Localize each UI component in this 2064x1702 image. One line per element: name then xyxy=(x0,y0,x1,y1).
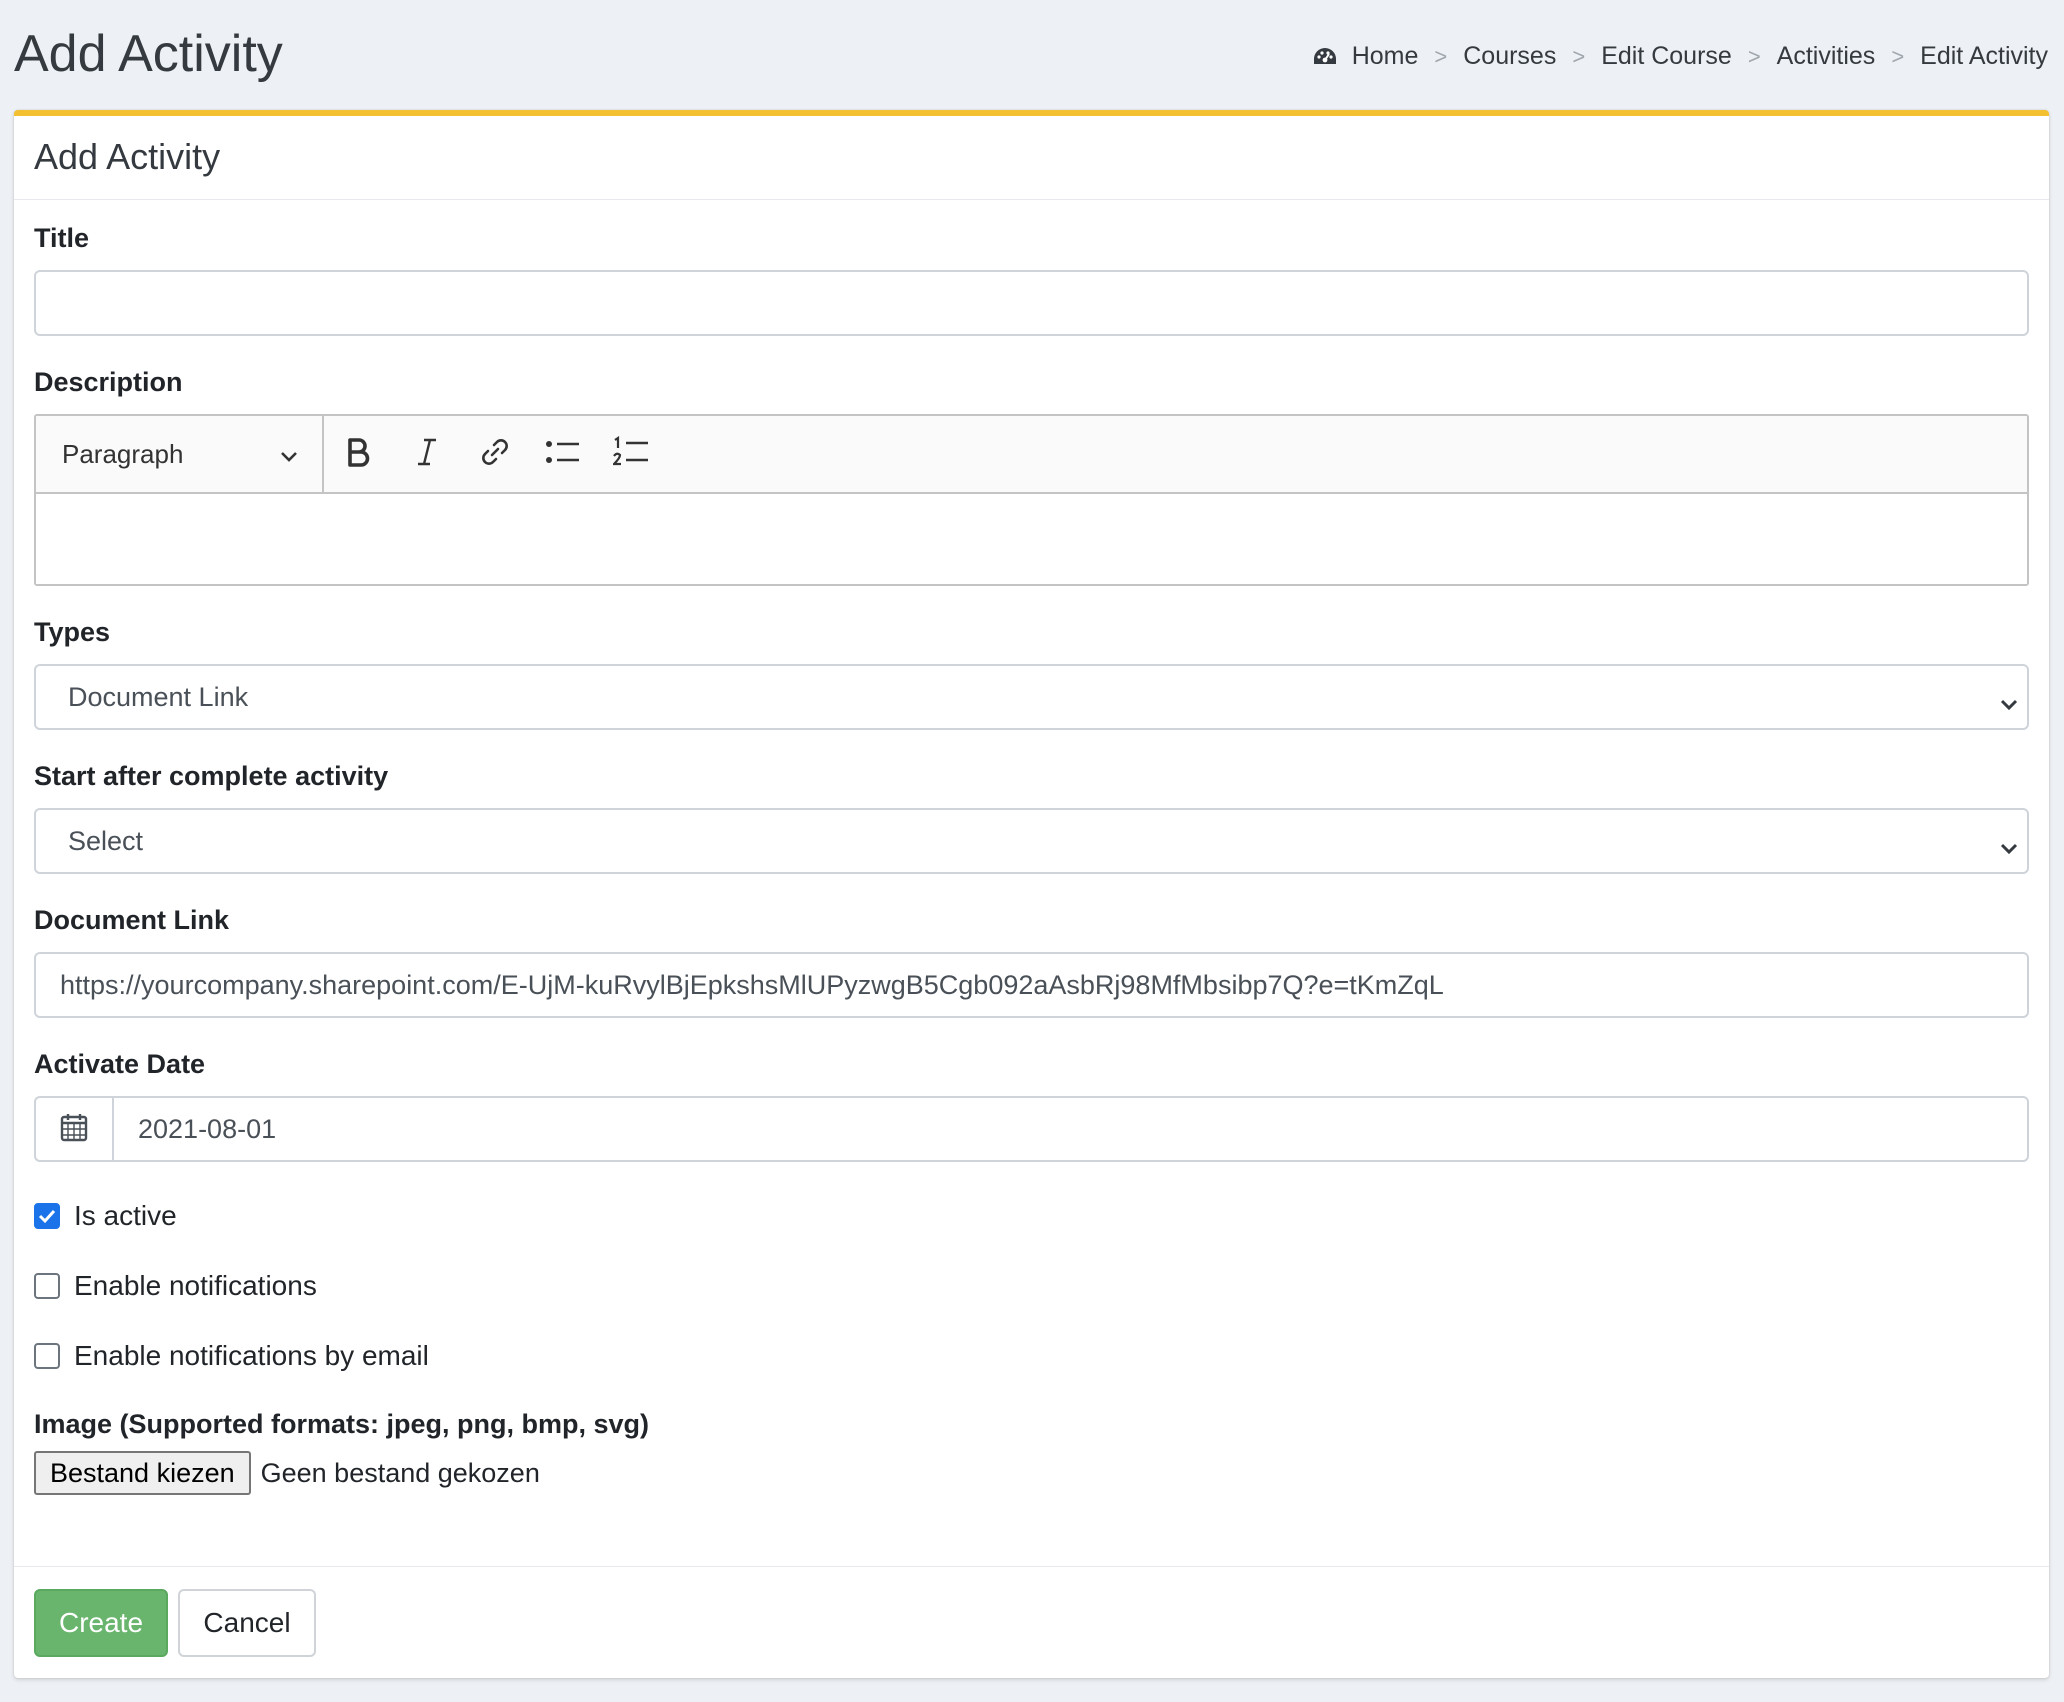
types-label: Types xyxy=(34,617,111,647)
description-group: Description Paragraph xyxy=(34,366,2029,586)
editor-toolbar: Paragraph xyxy=(36,416,2027,494)
breadcrumb-courses[interactable]: Courses xyxy=(1463,42,1556,71)
start-after-group: Start after complete activity Select xyxy=(34,760,2029,874)
breadcrumb-separator: > xyxy=(1891,43,1905,69)
description-editor: Paragraph xyxy=(34,414,2029,586)
link-icon xyxy=(480,437,510,472)
title-label: Title xyxy=(34,223,90,253)
card-header: Add Activity xyxy=(14,116,2049,200)
dashboard-icon xyxy=(1312,46,1338,68)
breadcrumb-edit-activity[interactable]: Edit Activity xyxy=(1920,42,2048,71)
chevron-down-icon xyxy=(280,439,298,470)
bold-button[interactable] xyxy=(326,421,392,487)
calendar-icon xyxy=(60,1112,88,1147)
italic-icon xyxy=(415,437,439,472)
activate-date-input[interactable]: 2021-08-01 xyxy=(112,1096,2029,1162)
image-label: Image (Supported formats: jpeg, png, bmp… xyxy=(34,1409,650,1439)
start-after-select[interactable]: Select xyxy=(34,808,2029,874)
is-active-row: Is active xyxy=(34,1198,2029,1234)
choose-file-button[interactable]: Bestand kiezen xyxy=(34,1451,251,1495)
add-activity-card: Add Activity Title Description Paragraph xyxy=(14,110,2049,1678)
breadcrumb-home[interactable]: Home xyxy=(1352,42,1419,71)
activity-form: Title Description Paragraph Types Docume… xyxy=(14,200,2049,1496)
bulleted-list-button[interactable] xyxy=(530,421,596,487)
types-group: Types Document Link xyxy=(34,616,2029,730)
date-picker-button[interactable] xyxy=(34,1096,112,1162)
heading-dropdown[interactable]: Paragraph xyxy=(36,416,324,492)
breadcrumb: Home > Courses > Edit Course > Activitie… xyxy=(1312,42,2048,71)
activate-date-group: Activate Date 2021-08-01 xyxy=(34,1048,2029,1162)
cancel-button[interactable]: Cancel xyxy=(178,1589,316,1657)
types-selected-value: Document Link xyxy=(68,681,249,712)
card-title: Add Activity xyxy=(34,136,221,177)
card-footer: Create Cancel xyxy=(14,1566,2049,1678)
enable-email-notifications-label[interactable]: Enable notifications by email xyxy=(74,1340,429,1372)
document-link-group: Document Link https://yourcompany.sharep… xyxy=(34,904,2029,1018)
heading-dropdown-label: Paragraph xyxy=(62,438,184,469)
numbered-list-button[interactable] xyxy=(598,421,664,487)
bulleted-list-icon xyxy=(545,437,581,472)
create-button[interactable]: Create xyxy=(34,1589,168,1657)
title-group: Title xyxy=(34,222,2029,336)
description-editor-area[interactable] xyxy=(36,494,2027,584)
description-label: Description xyxy=(34,367,183,397)
numbered-list-icon xyxy=(611,435,649,473)
link-button[interactable] xyxy=(462,421,528,487)
chevron-down-icon xyxy=(1999,688,2019,719)
file-status-text: Geen bestand gekozen xyxy=(260,1457,540,1488)
enable-email-notifications-row: Enable notifications by email xyxy=(34,1338,2029,1374)
image-group: Image (Supported formats: jpeg, png, bmp… xyxy=(34,1408,2029,1496)
start-after-label: Start after complete activity xyxy=(34,761,389,791)
breadcrumb-activities[interactable]: Activities xyxy=(1777,42,1876,71)
page-title: Add Activity xyxy=(14,25,283,83)
italic-button[interactable] xyxy=(394,421,460,487)
document-link-label: Document Link xyxy=(34,905,230,935)
image-file-input: Bestand kiezen Geen bestand gekozen xyxy=(34,1450,2029,1496)
enable-email-notifications-checkbox[interactable] xyxy=(34,1343,60,1369)
enable-notifications-label[interactable]: Enable notifications xyxy=(74,1270,317,1302)
title-input[interactable] xyxy=(34,270,2029,336)
page-header: Add Activity Home > Courses > Edit Cours… xyxy=(0,0,2064,112)
enable-notifications-checkbox[interactable] xyxy=(34,1273,60,1299)
chevron-down-icon xyxy=(1999,832,2019,863)
enable-notifications-row: Enable notifications xyxy=(34,1268,2029,1304)
breadcrumb-separator: > xyxy=(1572,43,1586,69)
is-active-label[interactable]: Is active xyxy=(74,1200,177,1232)
bold-icon xyxy=(346,437,372,472)
is-active-checkbox[interactable] xyxy=(34,1203,60,1229)
activate-date-label: Activate Date xyxy=(34,1049,206,1079)
breadcrumb-separator: > xyxy=(1747,43,1761,69)
activate-date-field: 2021-08-01 xyxy=(34,1096,2029,1162)
types-select[interactable]: Document Link xyxy=(34,664,2029,730)
start-after-selected-value: Select xyxy=(68,825,144,856)
document-link-input[interactable]: https://yourcompany.sharepoint.com/E-UjM… xyxy=(34,952,2029,1018)
breadcrumb-separator: > xyxy=(1434,43,1448,69)
breadcrumb-edit-course[interactable]: Edit Course xyxy=(1601,42,1732,71)
